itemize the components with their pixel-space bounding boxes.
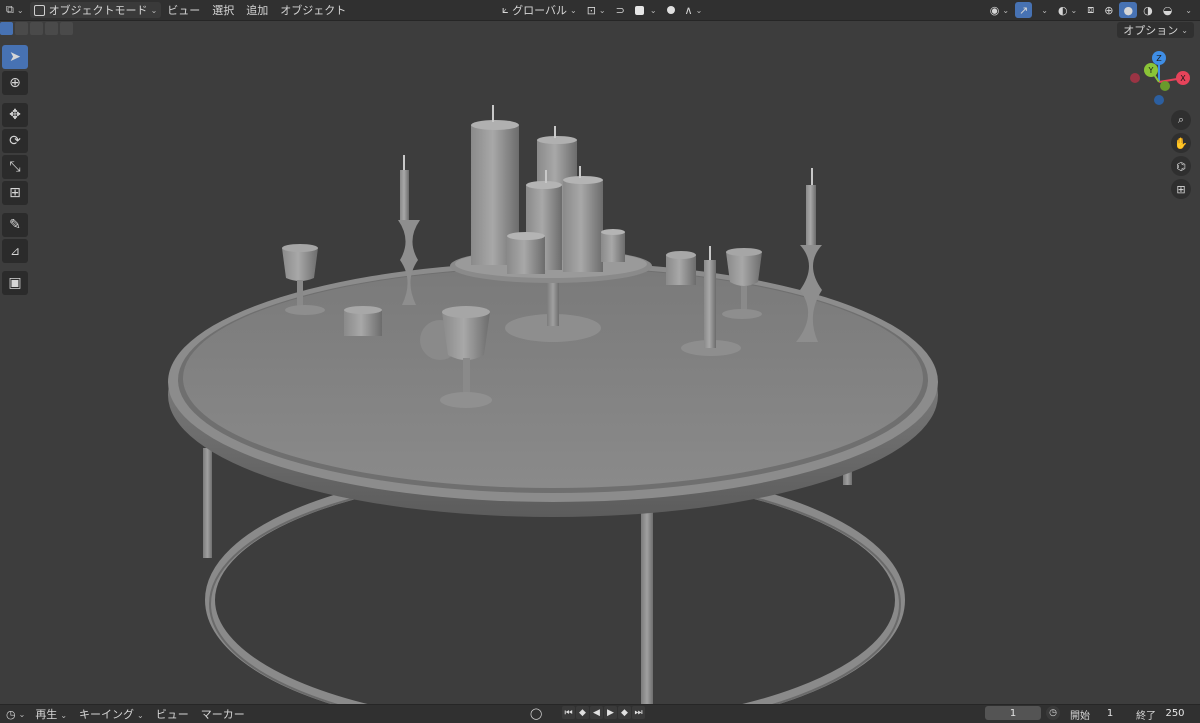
gizmo-x-label: X [1180, 74, 1186, 83]
marker-menu[interactable]: マーカー [195, 706, 251, 722]
timeline-view-menu[interactable]: ビュー [150, 706, 195, 722]
camera-icon: ⌬ [1176, 159, 1186, 173]
viewport-scene[interactable] [0, 0, 1200, 722]
clock-icon: ◷ [6, 707, 16, 721]
timeline-editor-button[interactable]: ◷ ⌄ [2, 706, 29, 722]
navigation-gizmo[interactable]: Z X Y [1125, 48, 1193, 110]
start-frame-label: 開始 [1070, 711, 1090, 722]
prev-keyframe-button[interactable]: ◆ [576, 706, 589, 719]
playback-controls: ⏮ ◆ ◀ ▶ ◆ ⏭ [562, 706, 646, 720]
end-frame-label: 終了 [1136, 711, 1156, 722]
playback-menu[interactable]: 再生 ⌄ [29, 706, 73, 722]
grid-icon: ⊞ [1176, 182, 1186, 196]
end-frame-field[interactable]: 250 [1160, 706, 1190, 720]
gizmo-y-label: Y [1148, 66, 1154, 75]
pillar-candles [471, 105, 625, 274]
start-frame-field[interactable]: 1 [1095, 706, 1125, 720]
chevron-down-icon: ⌄ [60, 711, 68, 720]
use-preview-range-button[interactable]: ◷ [1046, 706, 1060, 720]
auto-keying-toggle[interactable]: ◯ [526, 706, 546, 720]
keying-menu[interactable]: キーイング ⌄ [73, 706, 150, 722]
current-frame-field[interactable]: 1 [985, 706, 1041, 720]
playback-label: 再生 [35, 708, 58, 721]
record-icon: ◯ [530, 706, 543, 720]
zoom-icon: ⌕ [1177, 113, 1185, 126]
jump-start-button[interactable]: ⏮ [562, 706, 575, 719]
hand-icon: ✋ [1174, 136, 1188, 150]
perspective-toggle-button[interactable]: ⊞ [1171, 179, 1191, 199]
chevron-down-icon: ⌄ [18, 709, 26, 719]
play-button[interactable]: ▶ [604, 706, 617, 719]
camera-view-button[interactable]: ⌬ [1171, 156, 1191, 176]
gizmo-z-label: Z [1156, 54, 1162, 63]
play-reverse-button[interactable]: ◀ [590, 706, 603, 719]
zoom-view-button[interactable]: ⌕ [1171, 110, 1191, 130]
next-keyframe-button[interactable]: ◆ [618, 706, 631, 719]
stopwatch-icon: ◷ [1049, 708, 1057, 718]
chevron-down-icon: ⌄ [137, 711, 144, 720]
pan-view-button[interactable]: ✋ [1171, 133, 1191, 153]
jump-end-button[interactable]: ⏭ [632, 706, 645, 719]
keying-label: キーイング [79, 708, 135, 721]
